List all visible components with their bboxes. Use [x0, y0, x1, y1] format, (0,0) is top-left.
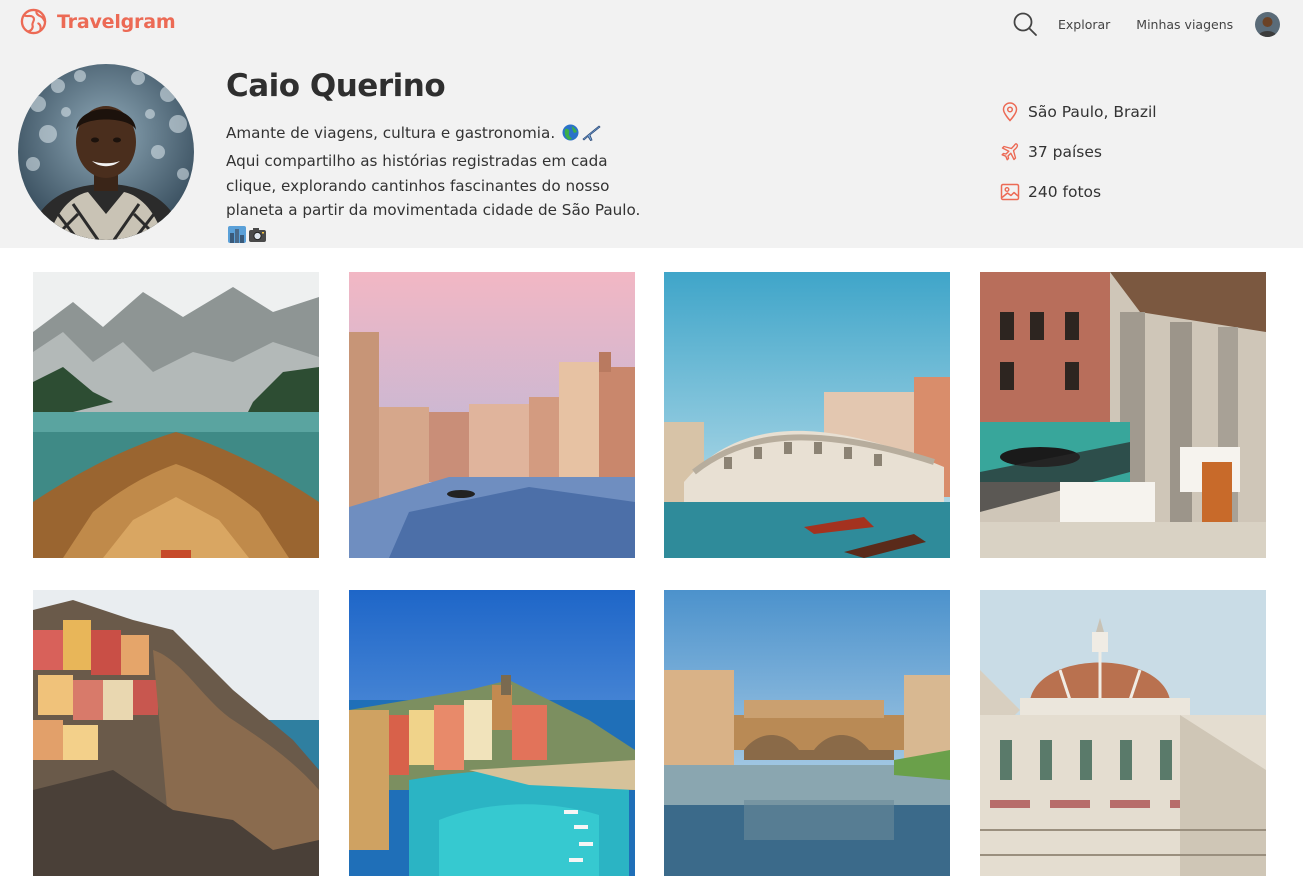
map-pin-icon [1002, 102, 1018, 122]
stat-photos: 240 fotos [1000, 180, 1157, 204]
gallery-photo-venice-canal[interactable] [349, 272, 635, 558]
cityscape-emoji-icon [228, 226, 246, 251]
search-icon [1013, 12, 1037, 36]
profile-bio: Amante de viagens, cultura e gastronomia… [226, 121, 646, 251]
stat-location-text: São Paulo, Brazil [1028, 103, 1157, 121]
gallery-photo-manarola[interactable] [33, 590, 319, 876]
stat-photos-text: 240 fotos [1028, 183, 1102, 201]
search-button[interactable] [1010, 9, 1040, 39]
stat-countries: 37 países [1000, 140, 1157, 164]
globe-emoji-icon [562, 124, 579, 149]
nav-explore-link[interactable]: Explorar [1058, 17, 1110, 32]
gallery-photo-vernazza[interactable] [349, 590, 635, 876]
gallery-photo-ponte-vecchio[interactable] [664, 590, 950, 876]
profile-photo [18, 64, 194, 240]
bio-line-1: Amante de viagens, cultura e gastronomia… [226, 124, 556, 142]
gallery-photo-venice-cafe[interactable] [980, 272, 1266, 558]
user-avatar[interactable] [1255, 11, 1281, 37]
stat-location: São Paulo, Brazil [1000, 100, 1157, 124]
airplane-icon [1001, 143, 1019, 161]
gallery-photo-lake-boat[interactable] [33, 272, 319, 558]
bio-line-2: Aqui compartilho as histórias registrada… [226, 151, 641, 220]
app-name: Travelgram [57, 10, 176, 33]
top-nav: Explorar Minhas viagens [1010, 9, 1281, 39]
app-logo[interactable]: Travelgram [20, 8, 176, 35]
globe-icon [20, 8, 47, 35]
stat-countries-text: 37 países [1028, 143, 1102, 161]
airplane-emoji-icon [581, 124, 601, 149]
camera-emoji-icon [248, 226, 267, 251]
profile-name: Caio Querino [226, 68, 446, 104]
nav-my-trips-link[interactable]: Minhas viagens [1136, 17, 1233, 32]
image-icon [1000, 183, 1020, 201]
gallery-photo-florence-duomo[interactable] [980, 590, 1266, 876]
gallery-photo-rialto-bridge[interactable] [664, 272, 950, 558]
profile-stats: São Paulo, Brazil 37 países 240 fotos [1000, 100, 1157, 220]
